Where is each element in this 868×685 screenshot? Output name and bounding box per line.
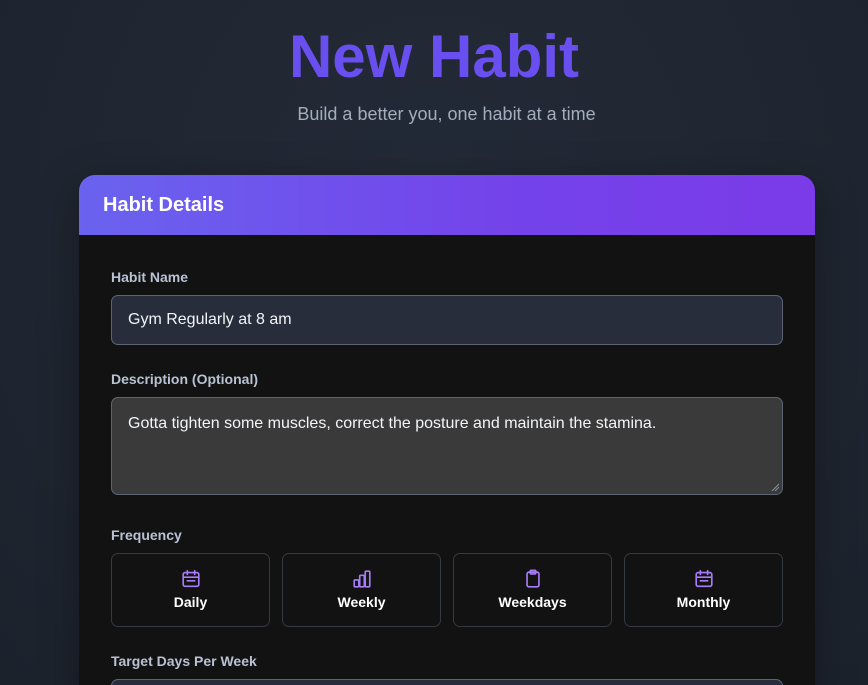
habit-name-label: Habit Name	[111, 269, 189, 285]
page-title: New Habit	[288, 23, 580, 90]
description-value: Gotta tighten some muscles, correct the …	[128, 415, 657, 432]
frequency-option-daily[interactable]: Daily	[111, 553, 270, 627]
habit-name-value: Gym Regularly at 8 am	[128, 311, 292, 328]
description-label: Description (Optional)	[111, 371, 258, 387]
target-days-input[interactable]	[111, 679, 783, 685]
frequency-option-monthly[interactable]: Monthly	[624, 553, 783, 627]
resize-grip-icon[interactable]	[771, 483, 779, 491]
bar-chart-icon	[352, 570, 371, 588]
calendar-icon	[694, 569, 713, 588]
frequency-option-weekdays[interactable]: Weekdays	[453, 553, 612, 627]
target-days-label: Target Days Per Week	[111, 653, 257, 669]
frequency-label: Frequency	[111, 527, 182, 543]
clipboard-icon	[525, 569, 540, 588]
frequency-options: Daily Weekly Weekdays Monthly	[111, 553, 783, 627]
calendar-icon	[181, 569, 200, 588]
habit-name-input[interactable]: Gym Regularly at 8 am	[111, 295, 783, 345]
card-header: Habit Details	[79, 175, 815, 235]
habit-details-card: Habit Details Habit Name Gym Regularly a…	[79, 175, 815, 685]
frequency-option-label: Weekdays	[498, 594, 567, 610]
frequency-option-label: Daily	[173, 594, 208, 610]
frequency-option-label: Monthly	[676, 594, 731, 610]
description-textarea[interactable]: Gotta tighten some muscles, correct the …	[111, 397, 783, 495]
frequency-option-weekly[interactable]: Weekly	[282, 553, 441, 627]
frequency-option-label: Weekly	[337, 594, 386, 610]
card-title: Habit Details	[103, 193, 225, 216]
page-subtitle: Build a better you, one habit at a time	[297, 104, 596, 124]
